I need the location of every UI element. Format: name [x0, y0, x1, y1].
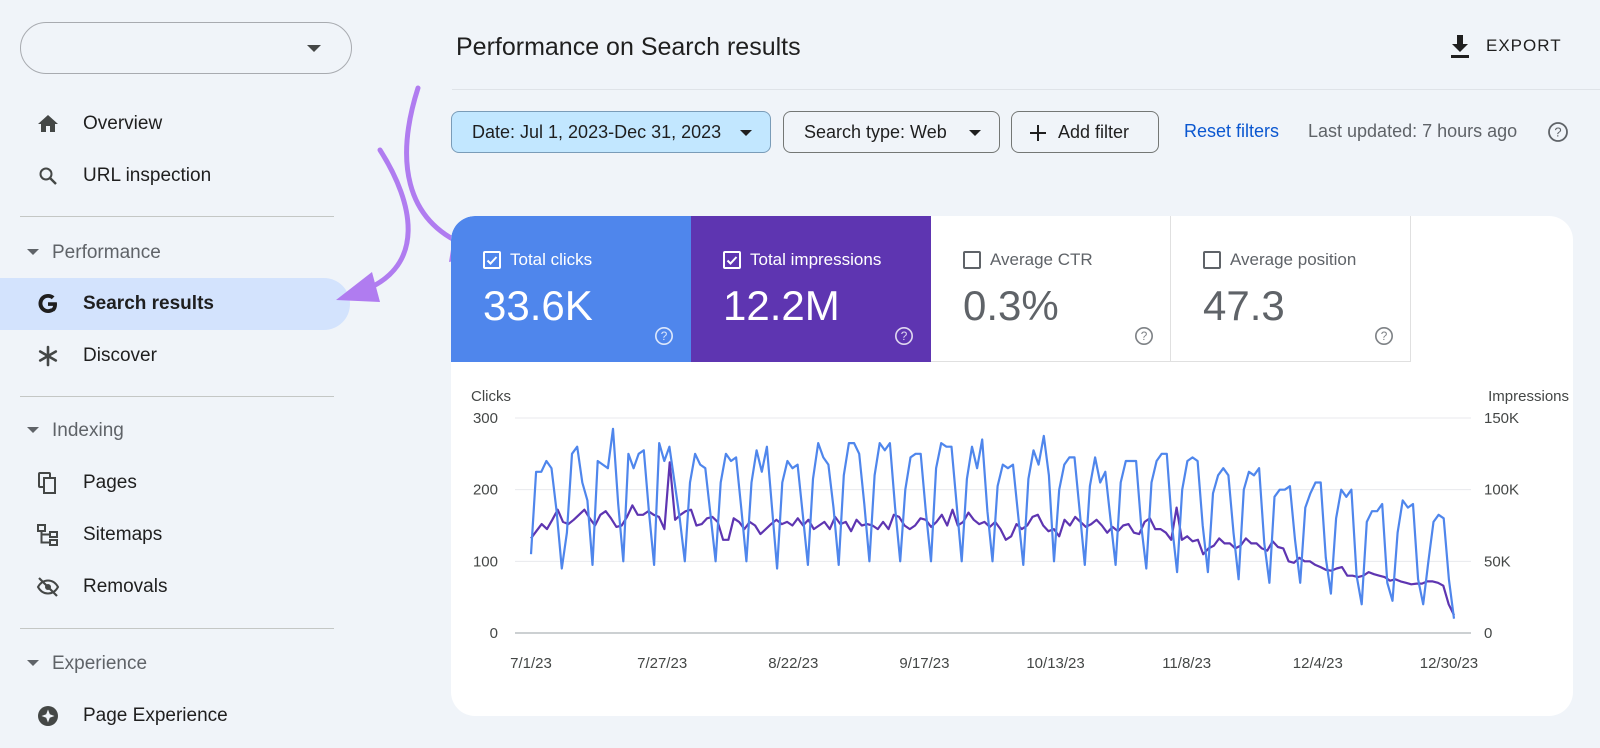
- dropdown-arrow-icon: [969, 130, 981, 136]
- x-tick-label: 9/17/23: [899, 655, 949, 672]
- metric-average-position[interactable]: Average position 47.3 ?: [1171, 216, 1411, 362]
- svg-text:?: ?: [901, 329, 908, 343]
- metric-average-ctr[interactable]: Average CTR 0.3% ?: [931, 216, 1171, 362]
- help-icon[interactable]: ?: [654, 326, 674, 346]
- metric-label: Total impressions: [750, 250, 882, 269]
- help-icon[interactable]: ?: [1374, 326, 1394, 346]
- search-type-chip[interactable]: Search type: Web: [783, 111, 1000, 153]
- right-tick-label: 150K: [1484, 410, 1519, 427]
- left-axis-label: Clicks: [471, 388, 511, 405]
- metric-total-clicks[interactable]: Total clicks 33.6K ?: [451, 216, 691, 362]
- checkbox-checked-icon[interactable]: [483, 251, 501, 269]
- svg-text:?: ?: [1381, 329, 1388, 343]
- checkbox-unchecked-icon[interactable]: [963, 251, 981, 269]
- add-filter-button[interactable]: Add filter: [1011, 111, 1159, 153]
- svg-text:?: ?: [1554, 125, 1561, 140]
- download-icon: [1451, 35, 1469, 58]
- left-tick-label: 200: [473, 482, 498, 499]
- arrow-to-search-results: [336, 147, 411, 302]
- header-divider: [452, 89, 1600, 90]
- dropdown-arrow-icon: [740, 130, 752, 136]
- plus-icon: [1030, 125, 1046, 141]
- x-tick-label: 10/13/23: [1026, 655, 1084, 672]
- metric-label: Average position: [1230, 250, 1357, 269]
- right-axis-label: Impressions: [1488, 388, 1569, 405]
- performance-chart[interactable]: Clicks Impressions 0 0 100 50K 200 100K 300 150…: [451, 386, 1573, 706]
- metric-label: Average CTR: [990, 250, 1093, 269]
- metric-total-impressions[interactable]: Total impressions 12.2M ?: [691, 216, 931, 362]
- impressions-series-line: [530, 461, 1455, 616]
- x-tick-label: 12/30/23: [1420, 655, 1478, 672]
- right-tick-label: 50K: [1484, 553, 1511, 570]
- date-filter-chip[interactable]: Date: Jul 1, 2023-Dec 31, 2023: [451, 111, 771, 153]
- checkbox-unchecked-icon[interactable]: [1203, 251, 1221, 269]
- reset-filters-link[interactable]: Reset filters: [1184, 121, 1279, 142]
- left-tick-label: 100: [473, 553, 498, 570]
- checkbox-checked-icon[interactable]: [723, 251, 741, 269]
- chart-series: [529, 427, 1456, 619]
- metric-label: Total clicks: [510, 250, 593, 269]
- metric-value: 12.2M: [723, 282, 840, 329]
- date-filter-label: Date: Jul 1, 2023-Dec 31, 2023: [472, 121, 722, 142]
- x-tick-label: 12/4/23: [1293, 655, 1343, 672]
- search-type-label: Search type: Web: [804, 121, 947, 142]
- page-title: Performance on Search results: [456, 33, 801, 61]
- performance-card: Total clicks 33.6K ? Total impressions 1…: [451, 216, 1573, 716]
- svg-text:?: ?: [661, 329, 668, 343]
- svg-text:?: ?: [1141, 329, 1148, 343]
- metric-value: 0.3%: [963, 282, 1059, 329]
- last-updated-text: Last updated: 7 hours ago: [1308, 121, 1518, 141]
- x-tick-label: 8/22/23: [768, 655, 818, 672]
- x-tick-label: 7/1/23: [510, 655, 552, 672]
- x-tick-label: 7/27/23: [637, 655, 687, 672]
- x-tick-label: 11/8/23: [1162, 655, 1211, 672]
- help-icon[interactable]: ?: [1134, 326, 1154, 346]
- add-filter-label: Add filter: [1058, 121, 1130, 142]
- right-tick-label: 100K: [1484, 482, 1519, 499]
- export-button[interactable]: EXPORT: [1448, 30, 1562, 62]
- metric-value: 47.3: [1203, 282, 1285, 329]
- help-icon[interactable]: ?: [1547, 121, 1569, 143]
- export-label: EXPORT: [1486, 36, 1562, 55]
- left-tick-label: 0: [490, 625, 498, 642]
- right-tick-label: 0: [1484, 625, 1492, 642]
- metric-value: 33.6K: [483, 282, 593, 329]
- help-icon[interactable]: ?: [894, 326, 914, 346]
- left-tick-label: 300: [473, 410, 498, 427]
